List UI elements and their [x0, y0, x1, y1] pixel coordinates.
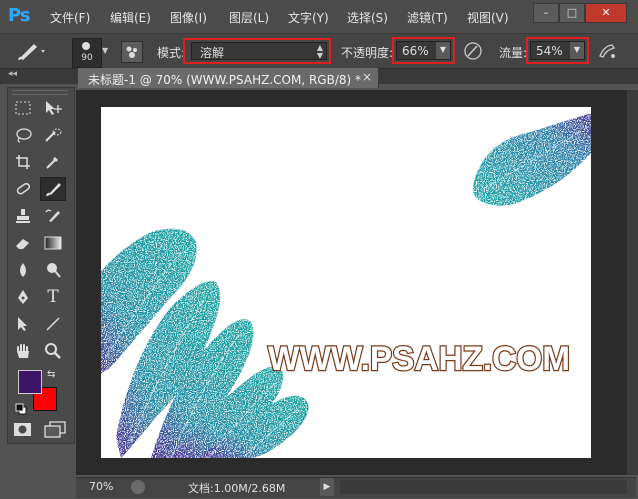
- default-colors-icon[interactable]: [15, 400, 27, 415]
- minimize-button[interactable]: –: [533, 3, 559, 23]
- brush-size-picker[interactable]: 90: [72, 38, 102, 68]
- menu-select[interactable]: 选择(S): [347, 9, 388, 26]
- status-info-icon[interactable]: [131, 480, 145, 494]
- healing-icon[interactable]: [10, 177, 36, 201]
- airbrush-button[interactable]: [596, 40, 618, 62]
- flow-label: 流量:: [499, 46, 528, 60]
- brush-icon[interactable]: [40, 177, 66, 201]
- eyedropper-icon[interactable]: [40, 150, 66, 174]
- mode-label: 模式:: [157, 46, 186, 60]
- mode-select[interactable]: 溶解 ▲ ▼: [191, 42, 327, 60]
- menu-type[interactable]: 文字(Y): [288, 9, 329, 26]
- flow-input[interactable]: 54% ▼: [530, 41, 585, 60]
- brush-size-value: 90: [81, 53, 93, 63]
- canvas-artwork: WWW.PSAHZ.COM: [101, 113, 591, 458]
- path-select-icon[interactable]: [10, 312, 36, 336]
- opacity-value: 66%: [402, 44, 429, 58]
- screen-mode-icon[interactable]: [44, 421, 66, 439]
- chevron-down-icon[interactable]: ▼: [436, 42, 450, 59]
- brush-panel-toggle[interactable]: [121, 41, 143, 63]
- tab-close-icon[interactable]: ×: [362, 70, 372, 84]
- line-icon[interactable]: [40, 312, 66, 336]
- close-button[interactable]: ✕: [585, 3, 627, 23]
- foreground-color-swatch[interactable]: [18, 370, 42, 394]
- crop-icon[interactable]: [10, 150, 36, 174]
- chevron-down-icon[interactable]: ▼: [102, 46, 108, 55]
- maximize-button[interactable]: □: [559, 3, 585, 23]
- quick-select-icon[interactable]: [40, 123, 66, 147]
- panel-grip[interactable]: [12, 90, 68, 95]
- dodge-icon[interactable]: [40, 258, 66, 282]
- marquee-icon[interactable]: [10, 96, 36, 120]
- updown-icon: ▲ ▼: [316, 43, 323, 60]
- app-logo: Ps: [8, 5, 31, 26]
- brush-tip-icon: [82, 42, 90, 50]
- pen-icon[interactable]: [10, 285, 36, 309]
- tool-grid: T: [10, 96, 72, 363]
- brush-panel-icon: [126, 46, 137, 58]
- lasso-icon[interactable]: [10, 123, 36, 147]
- document-canvas[interactable]: WWW.PSAHZ.COM: [101, 107, 591, 458]
- zoom-icon[interactable]: [40, 339, 66, 363]
- airbrush-icon: [599, 44, 616, 58]
- status-menu-arrow-icon[interactable]: ▶: [320, 478, 334, 496]
- move-icon[interactable]: [40, 96, 66, 120]
- menu-image[interactable]: 图像(I): [170, 9, 207, 26]
- canvas-watermark-text: WWW.PSAHZ.COM: [268, 340, 570, 378]
- tab-title: 未标题-1 @ 70% (WWW.PSAHZ.COM, RGB/8) *: [88, 73, 361, 87]
- opacity-input[interactable]: 66% ▼: [396, 41, 451, 60]
- menu-layer[interactable]: 图层(L): [229, 9, 269, 26]
- menu-view[interactable]: 视图(V): [467, 9, 509, 26]
- quick-mask-icon[interactable]: [13, 422, 33, 438]
- blur-icon[interactable]: [10, 258, 36, 282]
- collapse-icon[interactable]: ◂◂: [8, 69, 17, 79]
- menu-file[interactable]: 文件(F): [50, 9, 90, 26]
- swap-colors-icon[interactable]: ⇆: [47, 369, 55, 380]
- mode-value: 溶解: [200, 46, 225, 60]
- brush-tool-preset[interactable]: [14, 40, 48, 62]
- horizontal-scrollbar[interactable]: [340, 480, 627, 494]
- chevron-down-icon[interactable]: ▼: [570, 42, 584, 59]
- opacity-label: 不透明度:: [341, 46, 394, 60]
- menu-filter[interactable]: 滤镜(T): [407, 9, 448, 26]
- stamp-icon[interactable]: [10, 204, 36, 228]
- flow-value: 54%: [536, 44, 563, 58]
- pressure-opacity-button[interactable]: [462, 40, 484, 62]
- gradient-icon[interactable]: [40, 231, 66, 255]
- hand-icon[interactable]: [10, 339, 36, 363]
- menu-edit[interactable]: 编辑(E): [110, 9, 151, 26]
- vertical-scrollbar[interactable]: [627, 90, 638, 475]
- zoom-level[interactable]: 70%: [89, 480, 113, 493]
- history-brush-icon[interactable]: [40, 204, 66, 228]
- document-size: 文档:1.00M/2.68M: [188, 482, 286, 495]
- brush-icon: [18, 44, 45, 60]
- eraser-icon[interactable]: [10, 231, 36, 255]
- pressure-icon: [464, 42, 482, 60]
- type-icon[interactable]: T: [40, 285, 66, 309]
- leaf-top-right: [472, 113, 591, 206]
